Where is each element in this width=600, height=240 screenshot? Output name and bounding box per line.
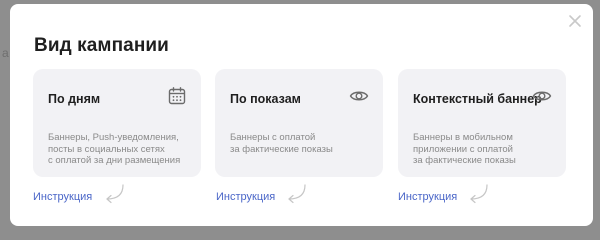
campaign-type-modal: Вид кампании По дням Баннеры, Push-уведо… — [10, 4, 593, 226]
instruction-link-by-impressions[interactable]: Инструкция — [216, 191, 275, 203]
backdrop-fragment: а — [2, 46, 9, 60]
card-by-days[interactable]: По дням Баннеры, Push-уведомления, посты… — [33, 69, 201, 177]
eye-icon — [349, 91, 369, 101]
card-title: Контекстный баннер — [413, 92, 542, 106]
card-title: По дням — [48, 92, 101, 106]
calendar-icon — [168, 87, 186, 105]
description-line: за фактические показы — [230, 143, 333, 155]
instruction-link-context-banner[interactable]: Инструкция — [398, 191, 457, 203]
description-line: Баннеры с оплатой — [230, 132, 316, 143]
eye-icon — [532, 91, 552, 101]
close-button[interactable] — [567, 13, 583, 29]
description-line: с оплатой за дни размещения — [48, 155, 181, 167]
card-description: Баннеры, Push-уведомления, посты в социа… — [48, 132, 198, 167]
close-icon — [569, 15, 581, 27]
card-description: Баннеры в мобильном приложении с оплатой… — [413, 132, 563, 167]
card-description: Баннеры с оплатой за фактические показы — [230, 132, 380, 155]
curved-arrow-icon — [106, 184, 124, 204]
curved-arrow-icon — [288, 184, 306, 204]
description-line: приложении с оплатой — [413, 143, 513, 155]
description-line: Баннеры, Push-уведомления, — [48, 132, 179, 143]
description-line: за фактические показы — [413, 155, 516, 167]
description-line: Баннеры в мобильном — [413, 132, 513, 143]
modal-title: Вид кампании — [34, 35, 169, 56]
description-line: посты в социальных сетях — [48, 143, 165, 155]
curved-arrow-icon — [470, 184, 488, 204]
card-title: По показам — [230, 92, 301, 106]
card-by-impressions[interactable]: По показам Баннеры с оплатой за фактичес… — [215, 69, 383, 177]
instruction-link-by-days[interactable]: Инструкция — [33, 191, 92, 203]
card-context-banner[interactable]: Контекстный баннер Баннеры в мобильном п… — [398, 69, 566, 177]
